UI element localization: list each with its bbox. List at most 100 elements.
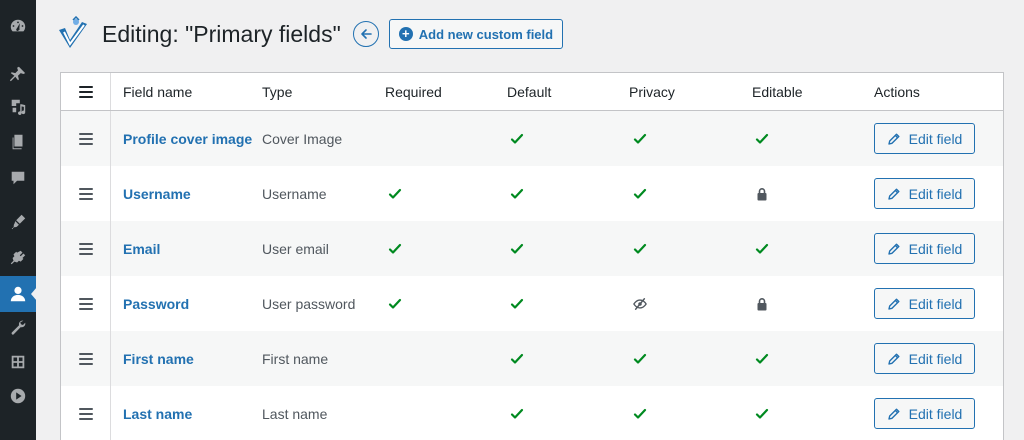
edit-field-label: Edit field bbox=[908, 405, 963, 422]
admin-sidebar bbox=[0, 0, 37, 440]
default-check-icon bbox=[509, 187, 525, 201]
table-row: Profile cover image Cover Image Edit field bbox=[61, 111, 1003, 166]
menu-icon bbox=[78, 132, 93, 145]
field-type: User email bbox=[262, 240, 329, 257]
column-header-field-name: Field name bbox=[123, 83, 193, 100]
page-header: Editing: "Primary fields" + Add new cust… bbox=[56, 14, 564, 54]
edit-field-button[interactable]: Edit field bbox=[874, 288, 975, 319]
drag-handle[interactable] bbox=[61, 111, 111, 166]
default-check-icon bbox=[509, 132, 525, 146]
arrow-left-icon bbox=[360, 29, 372, 39]
dashboard-icon[interactable] bbox=[6, 14, 30, 38]
field-name-link[interactable]: Password bbox=[123, 296, 189, 312]
table-row: Username Username Edit field bbox=[61, 166, 1003, 221]
menu-icon bbox=[78, 187, 93, 200]
plugins-icon[interactable] bbox=[6, 246, 30, 270]
menu-icon bbox=[78, 407, 93, 420]
add-custom-field-label: Add new custom field bbox=[418, 26, 554, 42]
editable-check-icon bbox=[754, 132, 770, 146]
field-type: First name bbox=[262, 350, 329, 367]
comments-icon[interactable] bbox=[6, 166, 30, 190]
privacy-check-icon bbox=[632, 242, 648, 256]
menu-icon bbox=[78, 297, 93, 310]
pencil-icon bbox=[887, 133, 900, 145]
table-row: Last name Last name Edit field bbox=[61, 386, 1003, 440]
required-check-icon bbox=[387, 297, 403, 311]
drag-handle[interactable] bbox=[61, 331, 111, 386]
field-type: User password bbox=[262, 295, 356, 312]
edit-field-button[interactable]: Edit field bbox=[874, 233, 975, 264]
column-header-editable: Editable bbox=[752, 83, 803, 100]
pencil-icon bbox=[887, 243, 900, 255]
edit-field-button[interactable]: Edit field bbox=[874, 123, 975, 154]
required-check-icon bbox=[387, 242, 403, 256]
menu-icon bbox=[78, 85, 93, 98]
fields-table: Field name Type Required Default Privacy… bbox=[60, 72, 1004, 440]
pin-icon[interactable] bbox=[6, 62, 30, 86]
media-icon[interactable] bbox=[6, 94, 30, 118]
privacy-check-icon bbox=[632, 407, 648, 421]
column-header-actions: Actions bbox=[874, 83, 920, 100]
edit-field-label: Edit field bbox=[908, 130, 963, 147]
field-name-link[interactable]: Profile cover image bbox=[123, 131, 252, 147]
appearance-icon[interactable] bbox=[6, 210, 30, 234]
active-menu-arrow bbox=[31, 287, 37, 301]
header-handle bbox=[61, 73, 111, 110]
pencil-icon bbox=[887, 408, 900, 420]
plus-circle-icon: + bbox=[398, 27, 413, 41]
column-header-required: Required bbox=[385, 83, 442, 100]
field-type: Last name bbox=[262, 405, 328, 422]
privacy-check-icon bbox=[632, 352, 648, 366]
field-name-link[interactable]: Email bbox=[123, 241, 160, 257]
table-header: Field name Type Required Default Privacy… bbox=[61, 73, 1003, 111]
tools-icon[interactable] bbox=[6, 316, 30, 340]
pencil-icon bbox=[887, 353, 900, 365]
menu-icon bbox=[78, 242, 93, 255]
editable-lock-icon bbox=[754, 297, 770, 311]
play-icon[interactable] bbox=[6, 384, 30, 408]
field-type: Cover Image bbox=[262, 130, 343, 147]
pages-icon[interactable] bbox=[6, 130, 30, 154]
table-row: Password User password Edit field bbox=[61, 276, 1003, 331]
privacy-eye-slash-icon bbox=[632, 297, 648, 311]
privacy-check-icon bbox=[632, 132, 648, 146]
add-custom-field-button[interactable]: + Add new custom field bbox=[388, 19, 564, 49]
drag-handle[interactable] bbox=[61, 276, 111, 331]
table-row: First name First name Edit field bbox=[61, 331, 1003, 386]
column-header-type: Type bbox=[262, 83, 293, 100]
privacy-check-icon bbox=[632, 187, 648, 201]
back-button[interactable] bbox=[352, 21, 379, 47]
table-row: Email User email Edit field bbox=[61, 221, 1003, 276]
default-check-icon bbox=[509, 352, 525, 366]
required-check-icon bbox=[387, 187, 403, 201]
page-title: Editing: "Primary fields" bbox=[102, 20, 341, 47]
table-body: Profile cover image Cover Image Edit field… bbox=[61, 111, 1003, 440]
edit-field-label: Edit field bbox=[908, 350, 963, 367]
drag-handle[interactable] bbox=[61, 166, 111, 221]
column-header-default: Default bbox=[507, 83, 552, 100]
edit-field-label: Edit field bbox=[908, 295, 963, 312]
default-check-icon bbox=[509, 242, 525, 256]
column-header-privacy: Privacy bbox=[629, 83, 675, 100]
settings-icon[interactable] bbox=[6, 350, 30, 374]
default-check-icon bbox=[509, 407, 525, 421]
edit-field-button[interactable]: Edit field bbox=[874, 178, 975, 209]
pencil-icon bbox=[887, 188, 900, 200]
drag-handle[interactable] bbox=[61, 221, 111, 276]
drag-handle[interactable] bbox=[61, 386, 111, 440]
field-type: Username bbox=[262, 185, 327, 202]
default-check-icon bbox=[509, 297, 525, 311]
field-name-link[interactable]: First name bbox=[123, 351, 194, 367]
menu-icon bbox=[78, 352, 93, 365]
pencil-icon bbox=[887, 298, 900, 310]
editable-lock-icon bbox=[754, 187, 770, 201]
edit-field-button[interactable]: Edit field bbox=[874, 343, 975, 374]
editable-check-icon bbox=[754, 352, 770, 366]
field-name-link[interactable]: Username bbox=[123, 186, 191, 202]
edit-field-button[interactable]: Edit field bbox=[874, 398, 975, 429]
editable-check-icon bbox=[754, 242, 770, 256]
editable-check-icon bbox=[754, 407, 770, 421]
edit-field-label: Edit field bbox=[908, 185, 963, 202]
edit-field-label: Edit field bbox=[908, 240, 963, 257]
field-name-link[interactable]: Last name bbox=[123, 406, 192, 422]
